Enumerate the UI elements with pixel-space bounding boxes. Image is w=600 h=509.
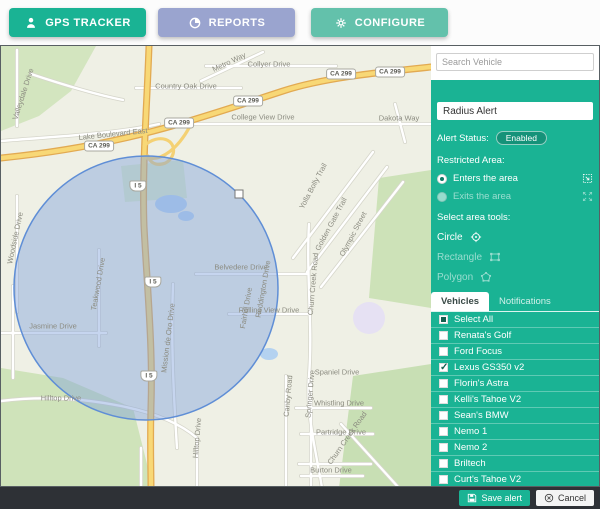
cancel-label: Cancel bbox=[558, 493, 586, 503]
vehicle-checkbox[interactable] bbox=[439, 443, 448, 452]
vehicle-name: Ford Focus bbox=[454, 346, 502, 357]
main-content: Valleydale DriveCountry Oak DriveMetro W… bbox=[0, 45, 600, 487]
vehicle-checkbox[interactable] bbox=[439, 427, 448, 436]
vehicle-row[interactable]: Select All bbox=[431, 312, 599, 328]
vehicle-name: Nemo 2 bbox=[454, 442, 487, 453]
alert-status-label: Alert Status: bbox=[437, 133, 489, 144]
park-area bbox=[339, 364, 431, 486]
polygon-tool-icon bbox=[480, 271, 492, 283]
save-alert-label: Save alert bbox=[481, 493, 522, 503]
vehicle-row[interactable]: Briltech bbox=[431, 456, 599, 472]
vehicle-checkbox[interactable] bbox=[439, 331, 448, 340]
vehicle-checkbox[interactable] bbox=[439, 347, 448, 356]
cancel-icon bbox=[544, 493, 554, 503]
exits-area-label: Exits the area bbox=[453, 191, 511, 202]
vehicle-checkbox[interactable] bbox=[439, 459, 448, 468]
vehicle-checkbox[interactable] bbox=[439, 379, 448, 388]
map-canvas bbox=[1, 46, 431, 486]
vehicle-checkbox[interactable] bbox=[439, 315, 448, 324]
configure-button[interactable]: CONFIGURE bbox=[311, 8, 448, 37]
vehicle-name: Sean's BMW bbox=[454, 410, 509, 421]
park-area bbox=[369, 170, 431, 308]
vehicle-row[interactable]: Lexus GS350 v2 bbox=[431, 360, 599, 376]
area-tools-label: Select area tools: bbox=[437, 212, 593, 223]
enters-area-label: Enters the area bbox=[453, 173, 518, 184]
enter-area-icon bbox=[582, 173, 593, 184]
enters-area-option[interactable]: Enters the area bbox=[437, 173, 593, 184]
rectangle-tool-icon bbox=[489, 251, 501, 263]
reports-button[interactable]: REPORTS bbox=[158, 8, 295, 37]
vehicle-name: Kelli's Tahoe V2 bbox=[454, 394, 521, 405]
vehicle-row[interactable]: Renata's Golf bbox=[431, 328, 599, 344]
alert-name-input[interactable] bbox=[437, 102, 593, 120]
gps-tracker-label: GPS TRACKER bbox=[45, 17, 131, 29]
tab-notifications[interactable]: Notifications bbox=[489, 292, 561, 311]
save-icon bbox=[467, 493, 477, 503]
sidebar-tabs: Vehicles Notifications bbox=[431, 292, 599, 312]
vehicle-row[interactable]: Kelli's Tahoe V2 bbox=[431, 392, 599, 408]
gps-tracker-icon bbox=[24, 16, 38, 30]
vehicle-list: Select All Renata's Golf Ford Focus Lexus G… bbox=[431, 312, 599, 486]
save-alert-button[interactable]: Save alert bbox=[459, 490, 530, 506]
exit-area-icon bbox=[582, 191, 593, 202]
tool-rectangle-label: Rectangle bbox=[437, 252, 482, 263]
vehicle-row[interactable]: Nemo 1 bbox=[431, 424, 599, 440]
vehicle-row[interactable]: Nemo 2 bbox=[431, 440, 599, 456]
configure-label: CONFIGURE bbox=[355, 17, 426, 29]
tab-vehicles[interactable]: Vehicles bbox=[431, 292, 489, 311]
gps-tracker-app: GPS TRACKER REPORTS CONFIGURE bbox=[0, 0, 600, 509]
gps-tracker-button[interactable]: GPS TRACKER bbox=[9, 8, 146, 37]
circle-tool-icon bbox=[470, 231, 482, 243]
vehicle-row[interactable]: Sean's BMW bbox=[431, 408, 599, 424]
search-area bbox=[431, 46, 599, 80]
tool-polygon[interactable]: Polygon bbox=[437, 271, 593, 283]
vehicle-name: Lexus GS350 v2 bbox=[454, 362, 524, 373]
cancel-button[interactable]: Cancel bbox=[536, 490, 594, 506]
alert-sidebar: Alert Status: Enabled Restricted Area: E… bbox=[431, 46, 599, 486]
vehicle-name: Florin's Astra bbox=[454, 378, 509, 389]
enters-area-radio[interactable] bbox=[437, 174, 447, 184]
tool-circle-label: Circle bbox=[437, 232, 463, 243]
vehicle-checkbox[interactable] bbox=[439, 363, 448, 372]
exits-area-option[interactable]: Exits the area bbox=[437, 191, 593, 202]
vehicle-name: Nemo 1 bbox=[454, 426, 487, 437]
top-navigation-bar: GPS TRACKER REPORTS CONFIGURE bbox=[0, 0, 600, 45]
alert-panel: Alert Status: Enabled Restricted Area: E… bbox=[431, 80, 599, 486]
vehicle-name: Briltech bbox=[454, 458, 486, 469]
vehicle-name: Renata's Golf bbox=[454, 330, 511, 341]
vehicle-checkbox[interactable] bbox=[439, 395, 448, 404]
landmark-area bbox=[353, 302, 385, 334]
tool-circle[interactable]: Circle bbox=[437, 231, 593, 243]
vehicle-name: Curt's Tahoe V2 bbox=[454, 474, 521, 485]
restricted-area-label: Restricted Area: bbox=[437, 155, 593, 166]
tool-rectangle[interactable]: Rectangle bbox=[437, 251, 593, 263]
footer-bar: Save alert Cancel bbox=[0, 487, 600, 509]
map[interactable]: Valleydale DriveCountry Oak DriveMetro W… bbox=[1, 46, 431, 486]
vehicle-checkbox[interactable] bbox=[439, 475, 448, 484]
search-vehicle-input[interactable] bbox=[436, 53, 594, 71]
reports-label: REPORTS bbox=[209, 17, 266, 29]
vehicle-row[interactable]: Florin's Astra bbox=[431, 376, 599, 392]
configure-icon bbox=[334, 16, 348, 30]
vehicle-row[interactable]: Curt's Tahoe V2 bbox=[431, 472, 599, 486]
vehicle-checkbox[interactable] bbox=[439, 411, 448, 420]
reports-icon bbox=[188, 16, 202, 30]
circle-resize-handle[interactable] bbox=[235, 190, 243, 198]
exits-area-radio[interactable] bbox=[437, 192, 447, 202]
vehicle-name: Select All bbox=[454, 314, 493, 325]
vehicle-row[interactable]: Ford Focus bbox=[431, 344, 599, 360]
tool-polygon-label: Polygon bbox=[437, 272, 473, 283]
alert-status-toggle[interactable]: Enabled bbox=[496, 131, 547, 145]
